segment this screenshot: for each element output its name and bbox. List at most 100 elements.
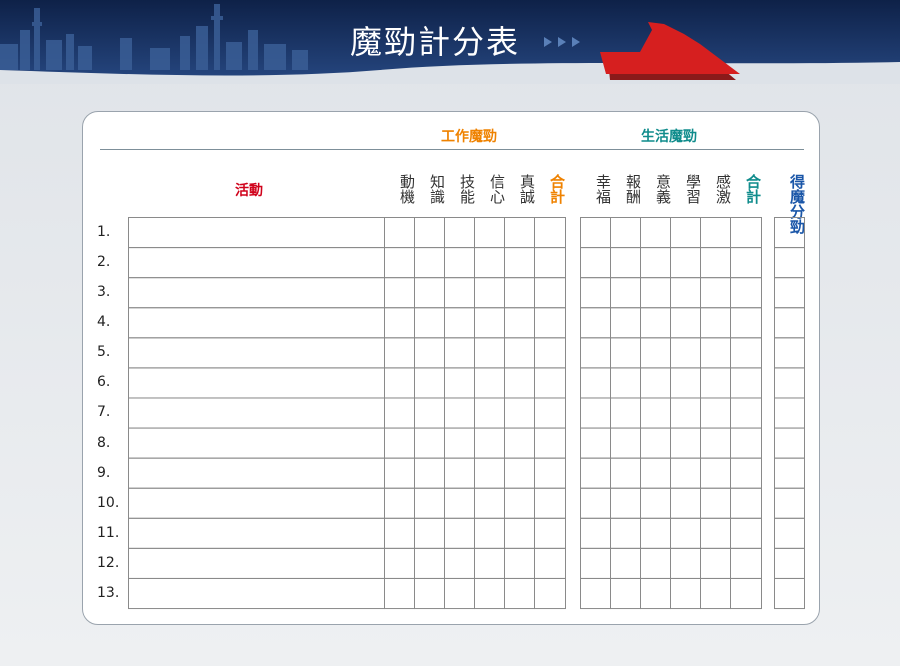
life-score-cell[interactable] — [580, 217, 611, 249]
work-score-cell[interactable] — [504, 577, 535, 610]
life-score-cell[interactable] — [700, 577, 731, 610]
life-score-cell[interactable] — [670, 547, 701, 579]
work-score-cell[interactable] — [414, 577, 445, 610]
work-score-cell[interactable] — [534, 277, 566, 309]
life-score-cell[interactable] — [670, 487, 701, 519]
life-score-cell[interactable] — [640, 397, 671, 429]
life-score-cell[interactable] — [700, 397, 731, 429]
work-score-cell[interactable] — [384, 277, 415, 309]
work-score-cell[interactable] — [414, 427, 445, 459]
life-score-cell[interactable] — [670, 247, 701, 279]
life-score-cell[interactable] — [730, 517, 762, 549]
work-score-cell[interactable] — [414, 217, 445, 249]
life-score-cell[interactable] — [700, 487, 731, 519]
life-score-cell[interactable] — [580, 397, 611, 429]
work-score-cell[interactable] — [504, 457, 535, 489]
work-score-cell[interactable] — [128, 547, 385, 579]
life-score-cell[interactable] — [610, 217, 641, 249]
work-score-cell[interactable] — [128, 577, 385, 610]
life-score-cell[interactable] — [640, 277, 671, 309]
work-score-cell[interactable] — [128, 517, 385, 549]
work-score-cell[interactable] — [384, 337, 415, 369]
work-score-cell[interactable] — [384, 307, 415, 339]
work-score-cell[interactable] — [444, 397, 475, 429]
life-score-cell[interactable] — [580, 547, 611, 579]
life-score-cell[interactable] — [730, 337, 762, 369]
work-score-cell[interactable] — [444, 547, 475, 579]
life-score-cell[interactable] — [730, 217, 762, 249]
life-score-cell[interactable] — [610, 457, 641, 489]
work-score-cell[interactable] — [384, 457, 415, 489]
work-score-cell[interactable] — [384, 547, 415, 579]
work-score-cell[interactable] — [414, 247, 445, 279]
work-score-cell[interactable] — [444, 367, 475, 399]
life-score-cell[interactable] — [670, 427, 701, 459]
work-score-cell[interactable] — [534, 457, 566, 489]
life-score-cell[interactable] — [610, 337, 641, 369]
total-score-cell[interactable] — [774, 247, 805, 279]
work-score-cell[interactable] — [444, 517, 475, 549]
life-score-cell[interactable] — [670, 217, 701, 249]
life-score-cell[interactable] — [610, 277, 641, 309]
work-score-cell[interactable] — [384, 397, 415, 429]
work-score-cell[interactable] — [414, 277, 445, 309]
life-score-cell[interactable] — [580, 577, 611, 610]
work-score-cell[interactable] — [504, 277, 535, 309]
life-score-cell[interactable] — [730, 277, 762, 309]
work-score-cell[interactable] — [414, 307, 445, 339]
total-score-cell[interactable] — [774, 457, 805, 489]
work-score-cell[interactable] — [534, 307, 566, 339]
work-score-cell[interactable] — [474, 457, 505, 489]
work-score-cell[interactable] — [534, 487, 566, 519]
life-score-cell[interactable] — [580, 367, 611, 399]
life-score-cell[interactable] — [610, 397, 641, 429]
life-score-cell[interactable] — [700, 277, 731, 309]
work-score-cell[interactable] — [444, 277, 475, 309]
life-score-cell[interactable] — [670, 517, 701, 549]
life-score-cell[interactable] — [640, 487, 671, 519]
work-score-cell[interactable] — [504, 217, 535, 249]
life-score-cell[interactable] — [670, 337, 701, 369]
work-score-cell[interactable] — [504, 487, 535, 519]
work-score-cell[interactable] — [534, 577, 566, 610]
work-score-cell[interactable] — [384, 487, 415, 519]
total-score-cell[interactable] — [774, 397, 805, 429]
work-score-cell[interactable] — [534, 547, 566, 579]
life-score-cell[interactable] — [670, 457, 701, 489]
life-score-cell[interactable] — [700, 367, 731, 399]
work-score-cell[interactable] — [384, 517, 415, 549]
life-score-cell[interactable] — [700, 307, 731, 339]
work-score-cell[interactable] — [474, 547, 505, 579]
work-score-cell[interactable] — [534, 397, 566, 429]
work-score-cell[interactable] — [504, 397, 535, 429]
work-score-cell[interactable] — [474, 217, 505, 249]
total-score-cell[interactable] — [774, 577, 805, 610]
work-score-cell[interactable] — [504, 337, 535, 369]
life-score-cell[interactable] — [610, 487, 641, 519]
life-score-cell[interactable] — [610, 517, 641, 549]
work-score-cell[interactable] — [474, 277, 505, 309]
work-score-cell[interactable] — [128, 457, 385, 489]
work-score-cell[interactable] — [444, 487, 475, 519]
life-score-cell[interactable] — [730, 577, 762, 610]
total-score-cell[interactable] — [774, 277, 805, 309]
life-score-cell[interactable] — [610, 367, 641, 399]
work-score-cell[interactable] — [534, 217, 566, 249]
work-score-cell[interactable] — [128, 307, 385, 339]
work-score-cell[interactable] — [534, 427, 566, 459]
work-score-cell[interactable] — [384, 367, 415, 399]
life-score-cell[interactable] — [700, 457, 731, 489]
work-score-cell[interactable] — [128, 337, 385, 369]
life-score-cell[interactable] — [610, 247, 641, 279]
life-score-cell[interactable] — [700, 217, 731, 249]
total-score-cell[interactable] — [774, 547, 805, 579]
life-score-cell[interactable] — [640, 577, 671, 610]
work-score-cell[interactable] — [414, 517, 445, 549]
life-score-cell[interactable] — [610, 307, 641, 339]
work-score-cell[interactable] — [444, 247, 475, 279]
work-score-cell[interactable] — [504, 427, 535, 459]
work-score-cell[interactable] — [474, 337, 505, 369]
life-score-cell[interactable] — [640, 307, 671, 339]
life-score-cell[interactable] — [610, 427, 641, 459]
work-score-cell[interactable] — [444, 217, 475, 249]
